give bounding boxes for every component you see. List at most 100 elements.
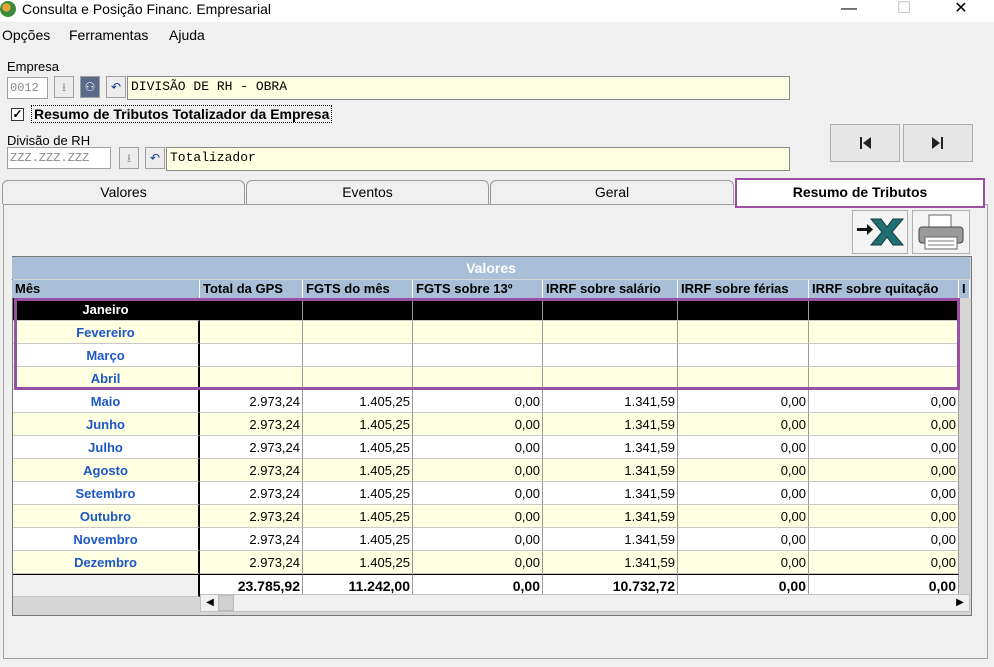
value-cell[interactable]: 0,00: [413, 505, 543, 528]
print-button[interactable]: [912, 210, 970, 254]
menu-ferramentas[interactable]: Ferramentas: [69, 27, 148, 43]
value-cell[interactable]: 0,00: [413, 436, 543, 459]
value-cell[interactable]: [413, 344, 543, 367]
horizontal-scrollbar[interactable]: [200, 594, 970, 612]
value-cell[interactable]: 0,00: [413, 390, 543, 413]
value-cell[interactable]: 1.405,25: [303, 413, 413, 436]
table-row[interactable]: Julho 2.973,24 1.405,25 0,00 1.341,59 0,00 0,0…: [13, 436, 959, 459]
value-cell[interactable]: [200, 298, 303, 321]
value-cell[interactable]: 1.341,59: [543, 413, 678, 436]
month-cell[interactable]: Dezembro: [13, 551, 200, 574]
value-cell[interactable]: [678, 321, 809, 344]
download-icon[interactable]: ⭳: [54, 76, 74, 98]
value-cell[interactable]: 1.341,59: [543, 505, 678, 528]
value-cell[interactable]: 0,00: [413, 528, 543, 551]
table-row[interactable]: Outubro 2.973,24 1.405,25 0,00 1.341,59 0,00 0…: [13, 505, 959, 528]
value-cell[interactable]: 1.405,25: [303, 436, 413, 459]
month-cell[interactable]: Abril: [13, 367, 200, 390]
undo-icon[interactable]: ↶: [106, 76, 126, 98]
value-cell[interactable]: [543, 298, 678, 321]
divisao-code-field[interactable]: ZZZ.ZZZ.ZZZ: [7, 147, 111, 169]
value-cell[interactable]: 0,00: [413, 551, 543, 574]
value-cell[interactable]: [413, 367, 543, 390]
value-cell[interactable]: 0,00: [678, 551, 809, 574]
column-header-irrf-salario[interactable]: IRRF sobre salário: [543, 280, 678, 298]
value-cell[interactable]: 0,00: [678, 413, 809, 436]
value-cell[interactable]: 0,00: [678, 436, 809, 459]
empresa-name-field[interactable]: DIVISÃO DE RH - OBRA: [127, 76, 790, 100]
value-cell[interactable]: 0,00: [678, 505, 809, 528]
value-cell[interactable]: 2.973,24: [200, 505, 303, 528]
value-cell[interactable]: [543, 321, 678, 344]
value-cell[interactable]: [413, 321, 543, 344]
value-cell[interactable]: 0,00: [809, 551, 959, 574]
value-cell[interactable]: 1.405,25: [303, 528, 413, 551]
value-cell[interactable]: 1.405,25: [303, 390, 413, 413]
download-icon[interactable]: ⭳: [119, 147, 139, 169]
value-cell[interactable]: 1.405,25: [303, 459, 413, 482]
column-header-mes[interactable]: Mês: [12, 280, 200, 298]
value-cell[interactable]: [543, 367, 678, 390]
value-cell[interactable]: 2.973,24: [200, 482, 303, 505]
month-cell[interactable]: Junho: [13, 413, 200, 436]
tab-geral[interactable]: Geral: [490, 180, 734, 204]
menu-opcoes[interactable]: Opções: [2, 27, 50, 43]
value-cell[interactable]: [200, 367, 303, 390]
value-cell[interactable]: 0,00: [413, 413, 543, 436]
value-cell[interactable]: 0,00: [809, 505, 959, 528]
value-cell[interactable]: [678, 367, 809, 390]
month-cell[interactable]: Julho: [13, 436, 200, 459]
scroll-thumb[interactable]: [218, 595, 234, 611]
value-cell[interactable]: 1.405,25: [303, 551, 413, 574]
table-row[interactable]: Setembro 2.973,24 1.405,25 0,00 1.341,59 0,00…: [13, 482, 959, 505]
value-cell[interactable]: 1.405,25: [303, 505, 413, 528]
resumo-checkbox[interactable]: ✓: [11, 108, 24, 121]
table-row[interactable]: Janeiro: [13, 298, 959, 321]
value-cell[interactable]: [809, 344, 959, 367]
value-cell[interactable]: [809, 367, 959, 390]
value-cell[interactable]: 2.973,24: [200, 551, 303, 574]
export-excel-button[interactable]: [852, 210, 908, 254]
scroll-right-icon[interactable]: ▶: [951, 594, 969, 612]
value-cell[interactable]: 0,00: [809, 459, 959, 482]
value-cell[interactable]: 0,00: [678, 482, 809, 505]
table-row[interactable]: Março: [13, 344, 959, 367]
value-cell[interactable]: 1.341,59: [543, 390, 678, 413]
value-cell[interactable]: 1.341,59: [543, 528, 678, 551]
empresa-code-field[interactable]: 0012: [7, 77, 48, 99]
table-row[interactable]: Agosto 2.973,24 1.405,25 0,00 1.341,59 0,00 0,…: [13, 459, 959, 482]
value-cell[interactable]: 2.973,24: [200, 436, 303, 459]
table-row[interactable]: Novembro 2.973,24 1.405,25 0,00 1.341,59 0,00…: [13, 528, 959, 551]
value-cell[interactable]: 0,00: [809, 528, 959, 551]
table-row[interactable]: Junho 2.973,24 1.405,25 0,00 1.341,59 0,00 0,0…: [13, 413, 959, 436]
tab-resumo-de-tributos[interactable]: Resumo de Tributos: [735, 178, 985, 208]
scroll-left-icon[interactable]: ◀: [201, 594, 219, 612]
undo-icon[interactable]: ↶: [145, 147, 165, 169]
column-header-total-gps[interactable]: Total da GPS: [200, 280, 303, 298]
month-cell[interactable]: Março: [13, 344, 200, 367]
month-cell[interactable]: Novembro: [13, 528, 200, 551]
value-cell[interactable]: 0,00: [809, 413, 959, 436]
person-search-icon[interactable]: ⚇: [80, 76, 100, 98]
column-header-irrf-quitacao[interactable]: IRRF sobre quitação: [809, 280, 959, 298]
value-cell[interactable]: [678, 344, 809, 367]
value-cell[interactable]: 2.973,24: [200, 459, 303, 482]
value-cell[interactable]: 2.973,24: [200, 390, 303, 413]
next-button[interactable]: [903, 124, 973, 162]
table-row[interactable]: Fevereiro: [13, 321, 959, 344]
value-cell[interactable]: 0,00: [413, 482, 543, 505]
value-cell[interactable]: 2.973,24: [200, 413, 303, 436]
value-cell[interactable]: 0,00: [809, 482, 959, 505]
value-cell[interactable]: [303, 321, 413, 344]
month-cell[interactable]: Setembro: [13, 482, 200, 505]
column-header-fgts-mes[interactable]: FGTS do mês: [303, 280, 413, 298]
resumo-checkbox-label[interactable]: Resumo de Tributos Totalizador da Empres…: [31, 105, 333, 123]
divisao-name-field[interactable]: Totalizador: [166, 147, 790, 171]
value-cell[interactable]: 0,00: [809, 436, 959, 459]
month-cell[interactable]: Maio: [13, 390, 200, 413]
close-button[interactable]: ✕: [938, 0, 984, 22]
value-cell[interactable]: 1.405,25: [303, 482, 413, 505]
value-cell[interactable]: 0,00: [678, 390, 809, 413]
tab-eventos[interactable]: Eventos: [246, 180, 489, 204]
month-cell[interactable]: Outubro: [13, 505, 200, 528]
